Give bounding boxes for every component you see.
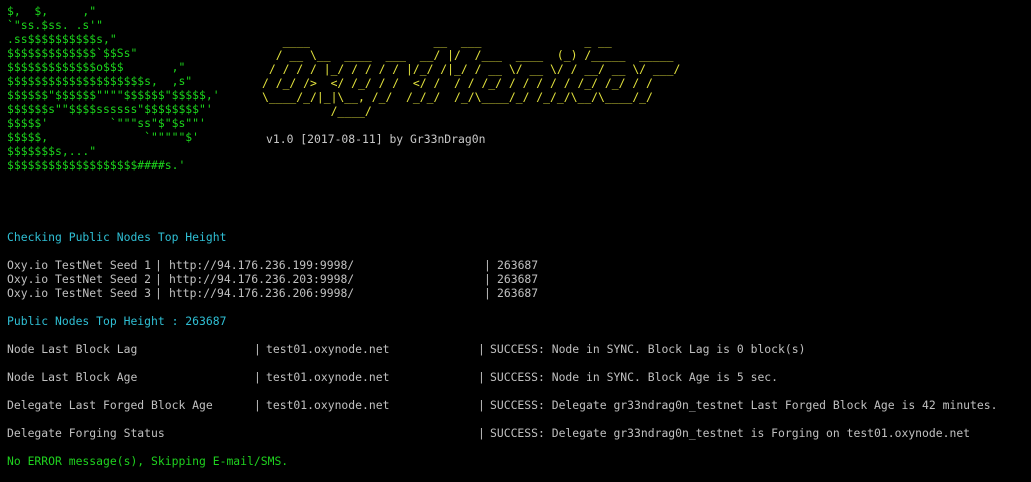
version-line: v1.0 [2017-08-11] by Gr33nDrag0n (266, 132, 486, 146)
checking-heading: Checking Public Nodes Top Height (7, 230, 227, 244)
seed-url: http://94.176.236.199:9998/ (169, 258, 355, 272)
separator: | (155, 258, 169, 272)
check-result: SUCCESS: Node in SYNC. Block Age is 5 se… (490, 370, 779, 384)
banner-art-line: / __ \__ ____ ___ __/ |/ /___ ____ (_) /… (262, 48, 674, 62)
check-name: Delegate Forging Status (7, 426, 165, 440)
terminal-window[interactable]: $, $, ," `"ss.$ss. .s'" .ss$$$$$$$$$$s,"… (0, 0, 1031, 482)
seed-height: 263687 (497, 272, 539, 286)
dollar-art-line: $$$$$, `"""""$' (7, 130, 200, 144)
dollar-art-line: $$$$$$"$$$$$$""""$$$$$$"$$$$$,' (7, 88, 220, 102)
dollar-art-line: .ss$$$$$$$$$$s," (7, 32, 117, 46)
seed-name: Oxy.io TestNet Seed 1 (7, 258, 152, 272)
seed-url: http://94.176.236.203:9998/ (169, 272, 355, 286)
seed-height: 263687 (497, 258, 539, 272)
separator: | (484, 258, 498, 272)
seed-name: Oxy.io TestNet Seed 3 (7, 286, 152, 300)
check-name: Node Last Block Lag (7, 342, 138, 356)
dollar-art-line: $$$$$$$s,..." (7, 144, 97, 158)
banner-art-line: /____/ (262, 104, 372, 118)
separator: | (484, 286, 498, 300)
dollar-art-line: $$$$$$$$$$$$$`$$Ss" (7, 46, 138, 60)
dollar-art-line: $$$$$$$$$$$$$$$$$$$$s, ,s" (7, 74, 193, 88)
dollar-art-line: $$$$$' `"""ss"$"$s""' (7, 116, 206, 130)
final-status-message: No ERROR message(s), Skipping E-mail/SMS… (7, 454, 289, 468)
banner-art-line: ____ __ ___ _ __ (262, 34, 612, 48)
check-name: Delegate Last Forged Block Age (7, 398, 213, 412)
dollar-art-line: $$$$$$s""$$$$ssssss"$$$$$$$$"' (7, 102, 213, 116)
separator: | (155, 286, 169, 300)
check-name: Node Last Block Age (7, 370, 138, 384)
check-node: test01.oxynode.net (266, 342, 390, 356)
check-result: SUCCESS: Delegate gr33ndrag0n_testnet La… (490, 398, 998, 412)
dollar-art-line: $$$$$$$$$$$$$$$$$$$####s.' (7, 158, 186, 172)
check-node: test01.oxynode.net (266, 398, 390, 412)
check-result: SUCCESS: Node in SYNC. Block Lag is 0 bl… (490, 342, 806, 356)
dollar-art-line: `"ss.$ss. .s'" (7, 18, 104, 32)
separator: | (484, 272, 498, 286)
dollar-art-line: $, $, ," (7, 4, 97, 18)
top-height-heading: Public Nodes Top Height : 263687 (7, 314, 227, 328)
separator: | (155, 272, 169, 286)
seed-height: 263687 (497, 286, 539, 300)
check-result: SUCCESS: Delegate gr33ndrag0n_testnet is… (490, 426, 971, 440)
check-node: test01.oxynode.net (266, 370, 390, 384)
banner-art-line: \____/_/|_|\__, /_/ /_/_/ /_/\____/_/ /_… (262, 90, 653, 104)
dollar-art-line: $$$$$$$$$$$$$o$$$ ," (7, 60, 186, 74)
banner-art-line: / / / / |_/ / / / / |/_/ /|_/ / __ \/ __… (262, 62, 681, 76)
banner-art-line: / /_/ /> </ /_/ / / </ / / / /_/ / / / /… (262, 76, 653, 90)
seed-name: Oxy.io TestNet Seed 2 (7, 272, 152, 286)
seed-url: http://94.176.236.206:9998/ (169, 286, 355, 300)
